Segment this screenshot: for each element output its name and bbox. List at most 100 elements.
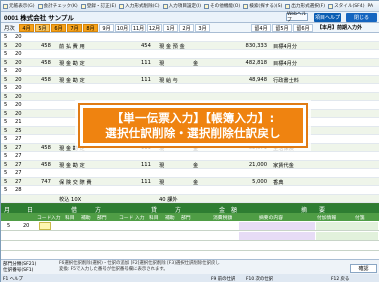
- toolbar-item-check[interactable]: 会計チェック(K): [37, 3, 78, 9]
- sub-header-credit-code: コード: [119, 216, 134, 221]
- tab-month-12[interactable]: 12月: [147, 24, 162, 32]
- ledger-row[interactable]: 5 20: [1, 92, 379, 101]
- ledger-row[interactable]: 5 27: [1, 152, 379, 161]
- ledger-row[interactable]: 5 20: [1, 84, 379, 93]
- ledger-cell-amount: 5,000: [252, 178, 267, 185]
- fkey-f10-next[interactable]: F10 次の仕訳: [246, 275, 273, 282]
- sub-header-credit-input: 入力: [135, 216, 145, 221]
- toolbar-item-edit[interactable]: 登録・訂正(E): [80, 3, 116, 9]
- ledger-cell-tacct: 40 課外: [159, 196, 178, 203]
- tab-month-5[interactable]: 5月: [35, 24, 50, 32]
- fkey-f9-prev[interactable]: F9 前の仕訳: [211, 275, 235, 282]
- ledger-cell-tsub: 金: [193, 179, 199, 186]
- item-help-button[interactable]: 項目ヘルプ: [314, 13, 341, 22]
- ledger-cell-tcode: 111: [141, 59, 151, 66]
- month-label: 月次: [4, 26, 15, 32]
- ledger-row[interactable]: 校込 10X 40 課外: [1, 194, 379, 203]
- ledger-row[interactable]: 5 27: [1, 169, 379, 178]
- ledger-cell-amount: 48,948: [248, 76, 267, 83]
- tab-month-extra-5[interactable]: 留5月: [272, 24, 292, 32]
- tab-month-11[interactable]: 11月: [131, 24, 146, 32]
- entry-row[interactable]: 5 20: [1, 221, 379, 231]
- tab-month-7[interactable]: 7月: [67, 24, 82, 32]
- ledger-row[interactable]: 5 20: [1, 67, 379, 76]
- entry-row[interactable]: [1, 231, 379, 241]
- month-tabs: 月次 4月 5月 6月 7月 8月 9月 10月 11月 12月 1月 2月 3…: [1, 23, 379, 33]
- feature-banner: 【単一伝票入力】【帳簿入力】: 選択仕訳削除・選択削除仕訳戻し: [78, 103, 308, 148]
- toolbar-item-input-settings[interactable]: 入力項目設定(I): [162, 3, 201, 9]
- tab-month-8[interactable]: 8月: [83, 24, 98, 32]
- toolbar-item-ledger[interactable]: 元帳表示(G): [3, 3, 35, 9]
- other-icon: [204, 3, 210, 9]
- ledger-row[interactable]: 5 20: [1, 33, 379, 42]
- sub-header-tag: 付箋: [355, 216, 365, 221]
- delete-icon: [119, 3, 125, 9]
- ledger-cell-d: 20: [15, 34, 22, 40]
- entry-sub-header: コード 入力 科目 補助 部門 コード 入力 科目 補助 部門 消費税額 摘要の…: [1, 213, 379, 221]
- ledger-cell-m: 5: [4, 93, 8, 100]
- memo-field[interactable]: [239, 222, 315, 230]
- ledger-cell-acct: 前 払 費 用: [59, 43, 85, 50]
- sub-header-credit-sub: 補助: [165, 216, 175, 221]
- sub-header-credit-account: 科目: [149, 216, 159, 221]
- tab-month-extra-4[interactable]: 留4月: [251, 24, 271, 32]
- entry-row[interactable]: [1, 241, 379, 251]
- tab-month-3[interactable]: 3月: [195, 24, 210, 32]
- ledger-cell-d: 27: [15, 178, 22, 185]
- entry-day[interactable]: 20: [23, 223, 29, 229]
- ledger-cell-d: 25: [15, 127, 22, 134]
- ledger-cell-m: 5: [4, 68, 8, 74]
- ledger-row[interactable]: 5 20 458 現 金 勘 定 111 現 金 482,818 目標4月分: [1, 58, 379, 67]
- ledger-cell-m: 5: [4, 170, 8, 176]
- toolbar-item-search[interactable]: 検索(探する)(S): [243, 3, 282, 9]
- tab-month-10[interactable]: 10月: [115, 24, 130, 32]
- ledger-cell-d: 27: [15, 136, 22, 142]
- toolbar-item-pa[interactable]: PA: [368, 4, 374, 9]
- tab-month-extra-6[interactable]: 留6月: [293, 24, 313, 32]
- toolbar-item-output[interactable]: 出力形式選択(F): [285, 3, 325, 9]
- ledger-cell-d: 21: [15, 119, 22, 125]
- ledger-cell-memo: 目標4月分: [273, 60, 298, 67]
- toolbar-item-delete-format[interactable]: 入力形式削除(C): [119, 3, 160, 9]
- output-icon: [285, 3, 291, 9]
- ledger-row[interactable]: 5 20: [1, 50, 379, 59]
- style-icon: [328, 3, 334, 9]
- tab-month-6[interactable]: 6月: [51, 24, 66, 32]
- ledger-cell-tacct: 現 金 預 金: [159, 43, 185, 50]
- ledger-cell-d: 27: [15, 153, 22, 159]
- entry-month[interactable]: 5: [7, 223, 10, 229]
- ledger-cell-d: 20: [15, 93, 22, 100]
- ledger-cell-d: 20: [15, 85, 22, 91]
- ledger-cell-tsub: 金: [193, 60, 199, 67]
- ledger-row[interactable]: 5 27 458 現 金 勘 定 111 現 金 21,000 家賃代金: [1, 160, 379, 169]
- ledger-row[interactable]: 5 27 747 保 険 交 際 費 111 現 金 5,000 香典: [1, 177, 379, 186]
- extra-info-field[interactable]: [316, 222, 378, 230]
- ledger-cell-acct: 現 金 勘 定: [59, 60, 85, 67]
- close-button[interactable]: 閉じる: [346, 13, 377, 22]
- tab-month-1[interactable]: 1月: [163, 24, 178, 32]
- toolbar-item-other[interactable]: その他機能(O): [204, 3, 240, 9]
- tab-month-4[interactable]: 4月: [19, 24, 34, 32]
- fkey-f12-back[interactable]: F12 戻る: [331, 275, 349, 282]
- ledger-cell-memo: 香典: [273, 179, 284, 186]
- web-help-button[interactable]: Webヘルプ: [286, 12, 308, 23]
- sub-header-memo-text: 摘要の内容: [259, 216, 283, 221]
- ledger-cell-m: 5: [4, 178, 8, 185]
- ledger-row[interactable]: 5 20 458 現 金 勘 定 111 現 給 与 48,948 行政書士料: [1, 75, 379, 84]
- ledger-icon: [3, 3, 8, 9]
- toolbar-item-style[interactable]: スタイル(SF4): [328, 3, 365, 9]
- confirm-button[interactable]: 確認: [350, 264, 377, 273]
- ledger-row[interactable]: 5 20 458 前 払 費 用 454 現 金 預 金 830,333 目標4月分: [1, 41, 379, 50]
- tab-month-9[interactable]: 9月: [99, 24, 114, 32]
- debit-code-field[interactable]: [39, 222, 51, 230]
- check-icon: [37, 3, 43, 9]
- ledger-cell-m: 5: [4, 76, 8, 83]
- ledger-cell-tcode: 111: [141, 161, 151, 168]
- memo-field[interactable]: [239, 232, 315, 240]
- ledger-row[interactable]: 5 28: [1, 186, 379, 195]
- ledger-cell-memo: 行政書士料: [273, 77, 299, 84]
- extra-info-field[interactable]: [316, 232, 378, 240]
- ledger-cell-tsub: 金: [193, 162, 199, 169]
- tab-month-2[interactable]: 2月: [179, 24, 194, 32]
- fkey-f1-help[interactable]: F1 ヘルプ: [3, 275, 23, 282]
